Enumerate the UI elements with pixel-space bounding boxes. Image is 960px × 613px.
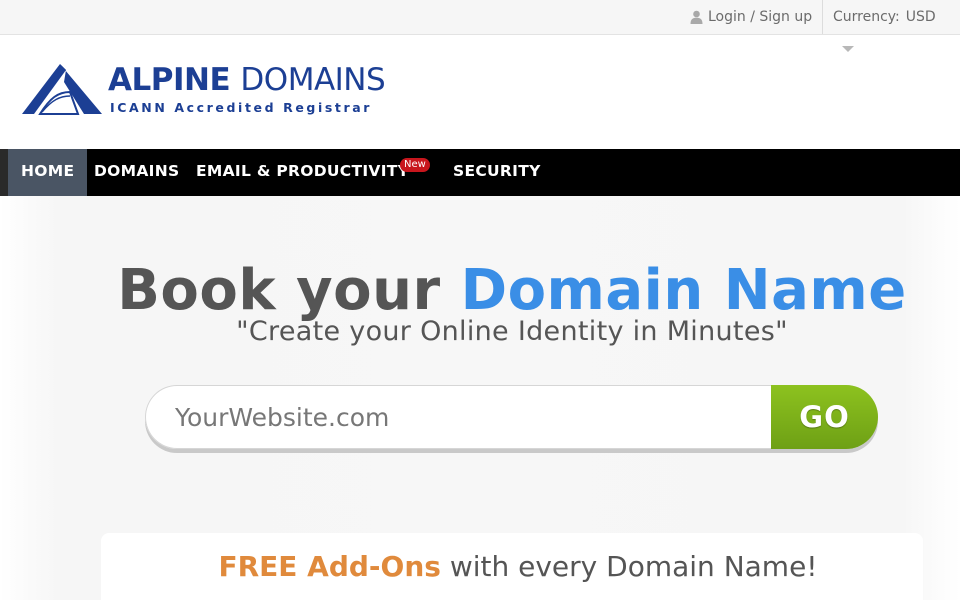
domain-search-input[interactable]	[145, 385, 773, 449]
brand-name: ALPINE DOMAINS	[108, 62, 386, 98]
addons-title-accent: FREE Add-Ons	[218, 550, 441, 583]
main-navigation: HOME DOMAINS EMAIL & PRODUCTIVITY New SE…	[0, 149, 960, 196]
nav-item-home[interactable]: HOME	[8, 149, 88, 196]
chevron-down-icon[interactable]	[842, 46, 854, 52]
login-signup-label: Login / Sign up	[708, 9, 813, 25]
user-icon	[690, 10, 703, 24]
nav-item-email-productivity[interactable]: EMAIL & PRODUCTIVITY	[196, 149, 409, 196]
hero-title: Book your Domain Name	[0, 258, 960, 323]
nav-item-domains[interactable]: DOMAINS	[94, 149, 179, 196]
brand-name-rest: DOMAINS	[240, 62, 386, 98]
go-button[interactable]: GO	[771, 385, 878, 449]
nav-edge	[0, 149, 8, 196]
brand-tagline: ICANN Accredited Registrar	[110, 100, 373, 115]
topbar-divider	[822, 0, 823, 34]
brand-logo[interactable]: ALPINE DOMAINS ICANN Accredited Registra…	[20, 60, 430, 120]
login-signup-link[interactable]: Login / Sign up	[690, 0, 812, 34]
nav-item-security[interactable]: SECURITY	[453, 149, 541, 196]
new-badge: New	[400, 158, 430, 172]
hero-title-part1: Book your	[117, 258, 441, 323]
top-utility-bar: Login / Sign up Currency: USD	[0, 0, 960, 35]
domain-search-box: GO	[145, 385, 878, 449]
hero-subtitle: "Create your Online Identity in Minutes"	[236, 316, 788, 347]
mountain-logo-icon	[20, 62, 104, 120]
hero-title-accent: Domain Name	[460, 258, 907, 323]
addons-title: FREE Add-Ons with every Domain Name!	[0, 550, 960, 583]
currency-label: Currency:	[833, 9, 900, 25]
brand-name-bold: ALPINE	[108, 62, 231, 98]
currency-selector[interactable]: Currency: USD	[833, 0, 936, 34]
currency-value: USD	[905, 9, 936, 25]
addons-title-rest: with every Domain Name!	[449, 550, 818, 583]
